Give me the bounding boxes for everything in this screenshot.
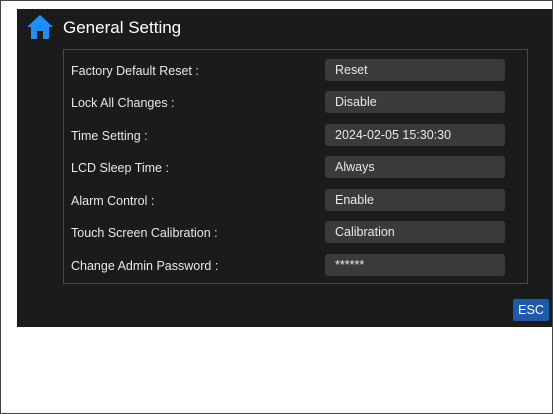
lcd-sleep-label: LCD Sleep Time : <box>71 161 169 175</box>
setting-row-factory-reset: Factory Default Reset : Reset <box>64 59 527 83</box>
page-title: General Setting <box>63 18 182 37</box>
touch-calibration-label: Touch Screen Calibration : <box>71 226 218 240</box>
setting-row-admin-password: Change Admin Password : ****** <box>64 254 527 278</box>
setting-row-time: Time Setting : 2024-02-05 15:30:30 <box>64 124 527 148</box>
setting-row-calibration: Touch Screen Calibration : Calibration <box>64 221 527 245</box>
home-icon[interactable] <box>26 14 54 40</box>
setting-row-alarm: Alarm Control : Enable <box>64 189 527 213</box>
setting-row-lcd-sleep: LCD Sleep Time : Always <box>64 156 527 180</box>
factory-reset-label: Factory Default Reset : <box>71 64 199 78</box>
lcd-sleep-field[interactable]: Always <box>325 156 505 178</box>
time-setting-label: Time Setting : <box>71 129 148 143</box>
time-setting-field[interactable]: 2024-02-05 15:30:30 <box>325 124 505 146</box>
lock-changes-field[interactable]: Disable <box>325 91 505 113</box>
admin-password-label: Change Admin Password : <box>71 259 219 273</box>
esc-button[interactable]: ESC <box>513 299 549 321</box>
settings-panel: Factory Default Reset : Reset Lock All C… <box>63 49 528 284</box>
device-screen: General Setting Factory Default Reset : … <box>17 9 552 327</box>
factory-reset-button[interactable]: Reset <box>325 59 505 81</box>
touch-calibration-button[interactable]: Calibration <box>325 221 505 243</box>
alarm-control-label: Alarm Control : <box>71 194 155 208</box>
admin-password-field[interactable]: ****** <box>325 254 505 276</box>
screenshot-frame: General Setting Factory Default Reset : … <box>0 0 553 414</box>
lock-changes-label: Lock All Changes : <box>71 96 175 110</box>
setting-row-lock-changes: Lock All Changes : Disable <box>64 91 527 115</box>
alarm-control-field[interactable]: Enable <box>325 189 505 211</box>
